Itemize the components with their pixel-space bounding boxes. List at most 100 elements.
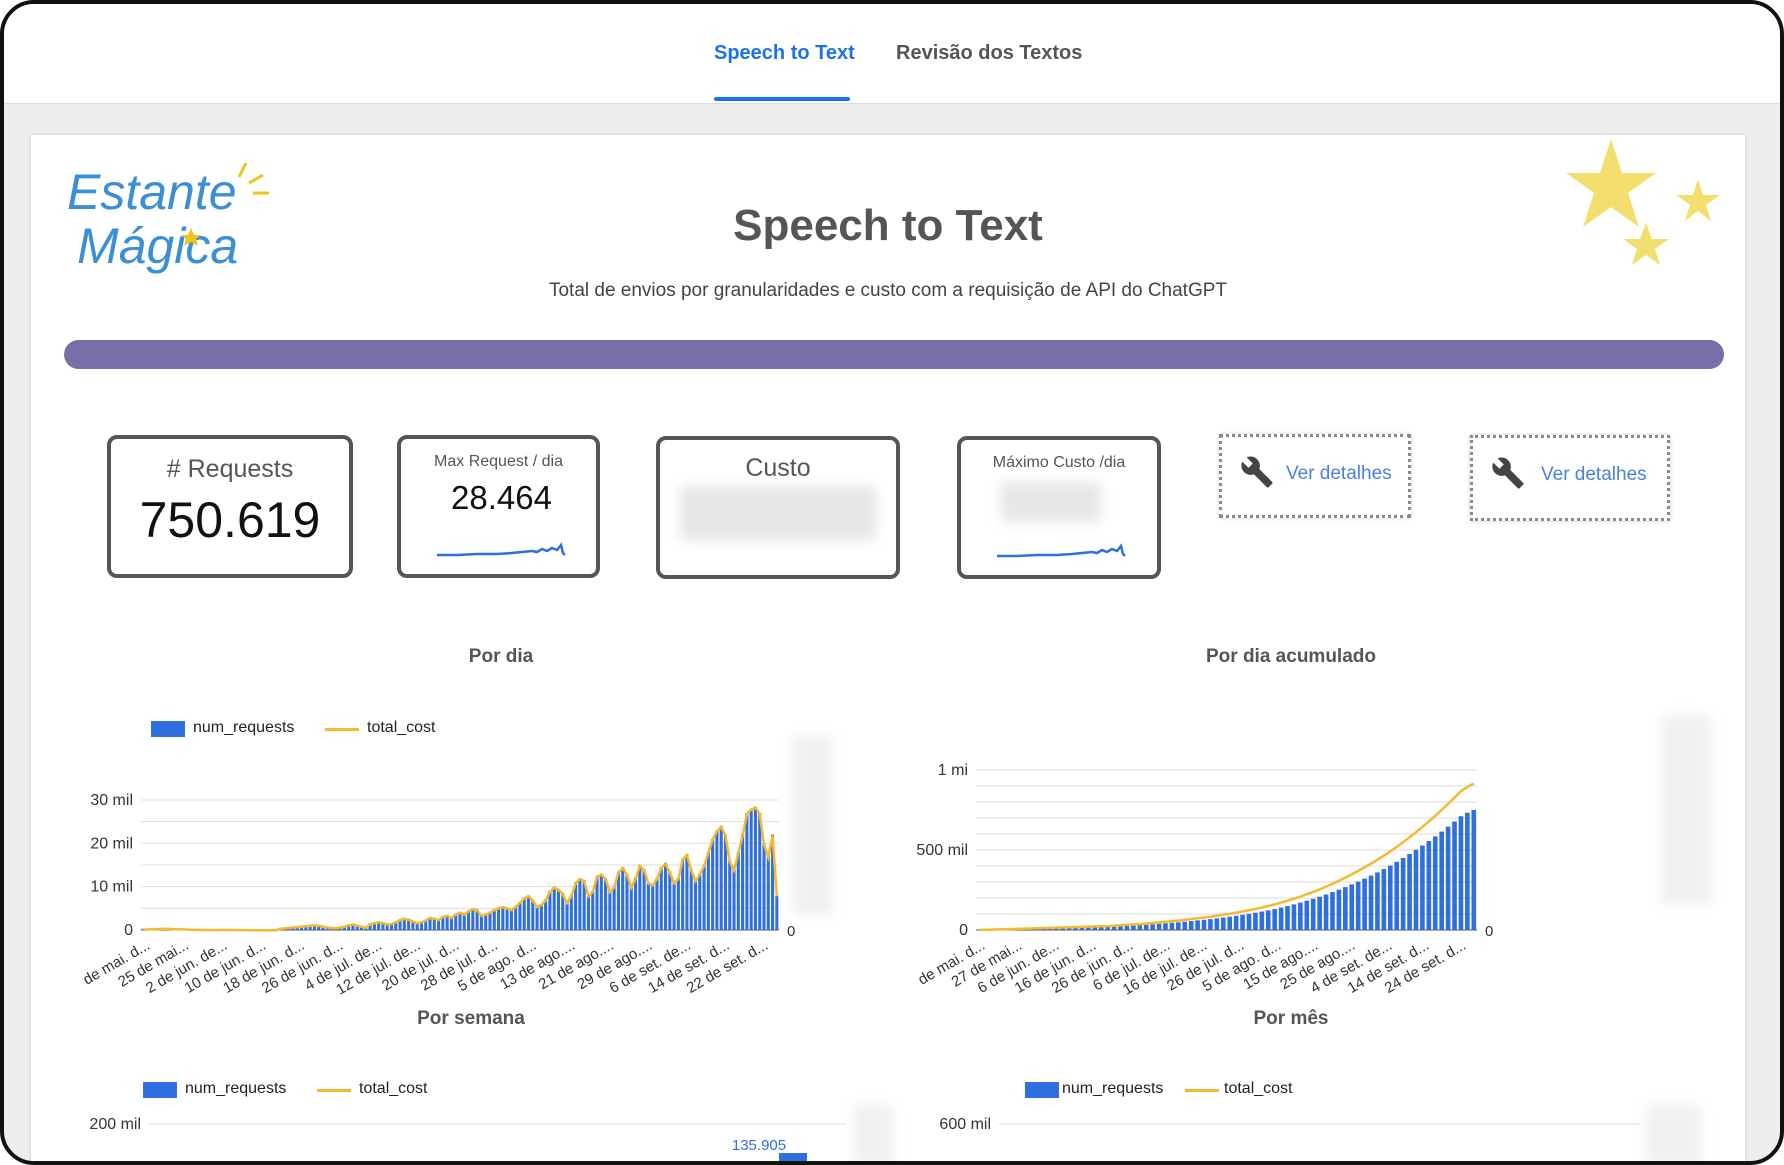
bar-num-requests bbox=[1445, 826, 1451, 930]
wrench-icon bbox=[1241, 456, 1273, 488]
kpi-card-max-request: Max Request / dia 28.464 bbox=[397, 435, 600, 578]
chart-por-semana-legend: num_requests total_cost bbox=[143, 1080, 463, 1102]
bar-num-requests bbox=[1420, 845, 1425, 930]
ver-detalhes-button-1[interactable]: Ver detalhes bbox=[1219, 434, 1411, 518]
bar-num-requests bbox=[1220, 917, 1226, 930]
legend-swatch-num-requests bbox=[1025, 1082, 1059, 1098]
legend-swatch-num-requests bbox=[143, 1082, 177, 1098]
header-divider-bar bbox=[64, 340, 1724, 369]
bar-num-requests bbox=[1317, 896, 1322, 930]
bar-num-requests bbox=[1304, 900, 1310, 930]
y-tick-label: 0 bbox=[124, 922, 133, 939]
bar-num-requests bbox=[1387, 865, 1393, 930]
bar-num-requests bbox=[646, 882, 650, 930]
bar-num-requests bbox=[1323, 894, 1329, 930]
bar-num-requests bbox=[629, 886, 633, 930]
bar-num-requests bbox=[642, 869, 646, 930]
bar-num-requests bbox=[1432, 836, 1438, 930]
wrench-icon bbox=[1492, 457, 1524, 489]
bar-num-requests bbox=[1355, 881, 1361, 930]
y-tick-label: 20 mil bbox=[90, 835, 133, 852]
bar-num-requests bbox=[1458, 816, 1464, 930]
bar-num-requests bbox=[599, 873, 603, 930]
ver-detalhes-button-2[interactable]: Ver detalhes bbox=[1470, 435, 1670, 521]
bar-num-requests bbox=[702, 865, 706, 930]
bar-num-requests bbox=[471, 908, 475, 930]
bar-num-requests bbox=[625, 873, 629, 930]
bar-num-requests bbox=[1208, 919, 1213, 930]
bar-num-requests bbox=[1259, 911, 1265, 930]
bar-num-requests bbox=[1131, 925, 1136, 930]
bar-num-requests bbox=[741, 834, 745, 930]
bar-num-requests bbox=[685, 854, 689, 930]
tab-revisao-dos-textos[interactable]: Revisão dos Textos bbox=[896, 42, 1082, 65]
chart-por-mes-title: Por mês bbox=[1253, 1008, 1329, 1029]
page-subtitle: Total de envios por granularidades e cus… bbox=[548, 280, 1228, 301]
bar-num-requests bbox=[1465, 812, 1470, 930]
chart-por-dia-legend: num_requests total_cost bbox=[151, 719, 471, 741]
chart-por-dia-redacted-axis bbox=[793, 735, 833, 915]
bar-num-requests bbox=[1330, 892, 1335, 930]
legend-label-total-cost: total_cost bbox=[359, 1080, 428, 1097]
legend-swatch-total-cost bbox=[317, 1089, 351, 1092]
chart-por-semana-data-label: 135.905 bbox=[732, 1137, 786, 1154]
bar-num-requests bbox=[1426, 841, 1432, 930]
bar-num-requests bbox=[762, 843, 766, 930]
bar-num-requests bbox=[1163, 923, 1168, 930]
bar-num-requests bbox=[749, 808, 753, 930]
bar-num-requests bbox=[462, 913, 466, 930]
bar-num-requests bbox=[1169, 922, 1175, 930]
chart-por-semana-bar bbox=[779, 1153, 807, 1161]
bar-num-requests bbox=[1118, 926, 1123, 930]
y-tick-label: 0 bbox=[959, 922, 968, 939]
bar-num-requests bbox=[1439, 831, 1444, 930]
y-tick-label: 30 mil bbox=[90, 792, 133, 809]
bar-num-requests bbox=[569, 895, 573, 930]
bar-num-requests bbox=[1240, 914, 1245, 930]
chart-por-semana-title: Por semana bbox=[417, 1008, 525, 1029]
kpi-custo-label: Custo bbox=[745, 454, 811, 482]
bar-num-requests bbox=[715, 830, 719, 930]
bar-num-requests bbox=[736, 852, 740, 930]
bar-num-requests bbox=[1375, 872, 1380, 930]
bar-num-requests bbox=[1201, 919, 1207, 930]
bar-num-requests bbox=[556, 888, 561, 930]
chart-por-mes-redacted-axis bbox=[1646, 1105, 1701, 1161]
bar-num-requests bbox=[706, 852, 710, 930]
bar-num-requests bbox=[1362, 878, 1367, 930]
y-tick-label: 500 mil bbox=[916, 842, 968, 859]
kpi-card-max-custo: Máximo Custo /dia bbox=[957, 436, 1161, 579]
chart-por-mes-legend: num_requests total_cost bbox=[1025, 1080, 1345, 1102]
kpi-max-custo-redacted bbox=[1001, 482, 1101, 522]
y-tick-label: 10 mil bbox=[90, 879, 133, 896]
right-axis-tick-label: 0 bbox=[787, 923, 795, 940]
legend-label-num-requests: num_requests bbox=[185, 1080, 287, 1097]
bar-num-requests bbox=[526, 895, 531, 930]
bar-num-requests bbox=[1278, 907, 1284, 930]
chart-por-mes-ytick: 600 mil bbox=[939, 1116, 991, 1133]
bar-num-requests bbox=[1188, 921, 1194, 930]
bar-num-requests bbox=[711, 839, 715, 930]
bar-num-requests bbox=[1452, 821, 1457, 930]
kpi-max-custo-sparkline bbox=[997, 543, 1126, 558]
kpi-card-custo: Custo bbox=[656, 436, 900, 579]
bar-num-requests bbox=[1156, 923, 1162, 930]
bar-num-requests bbox=[492, 909, 496, 930]
kpi-max-request-value: 28.464 bbox=[451, 479, 552, 516]
bar-num-requests bbox=[514, 906, 518, 930]
bar-num-requests bbox=[1381, 869, 1387, 930]
bar-num-requests bbox=[1413, 849, 1419, 930]
bar-num-requests bbox=[1137, 925, 1143, 930]
tab-speech-to-text[interactable]: Speech to Text bbox=[714, 42, 855, 65]
ver-detalhes-label-2: Ver detalhes bbox=[1541, 464, 1647, 485]
bar-num-requests bbox=[1265, 910, 1271, 930]
bar-num-requests bbox=[1368, 875, 1374, 930]
bar-num-requests bbox=[1471, 809, 1477, 930]
bar-num-requests bbox=[676, 878, 680, 930]
legend-swatch-num-requests bbox=[151, 721, 185, 737]
bar-num-requests bbox=[1233, 915, 1239, 930]
bar-num-requests bbox=[578, 878, 582, 930]
bar-num-requests bbox=[1176, 922, 1181, 930]
bar-num-requests bbox=[1124, 925, 1130, 930]
bar-num-requests bbox=[1246, 913, 1252, 930]
